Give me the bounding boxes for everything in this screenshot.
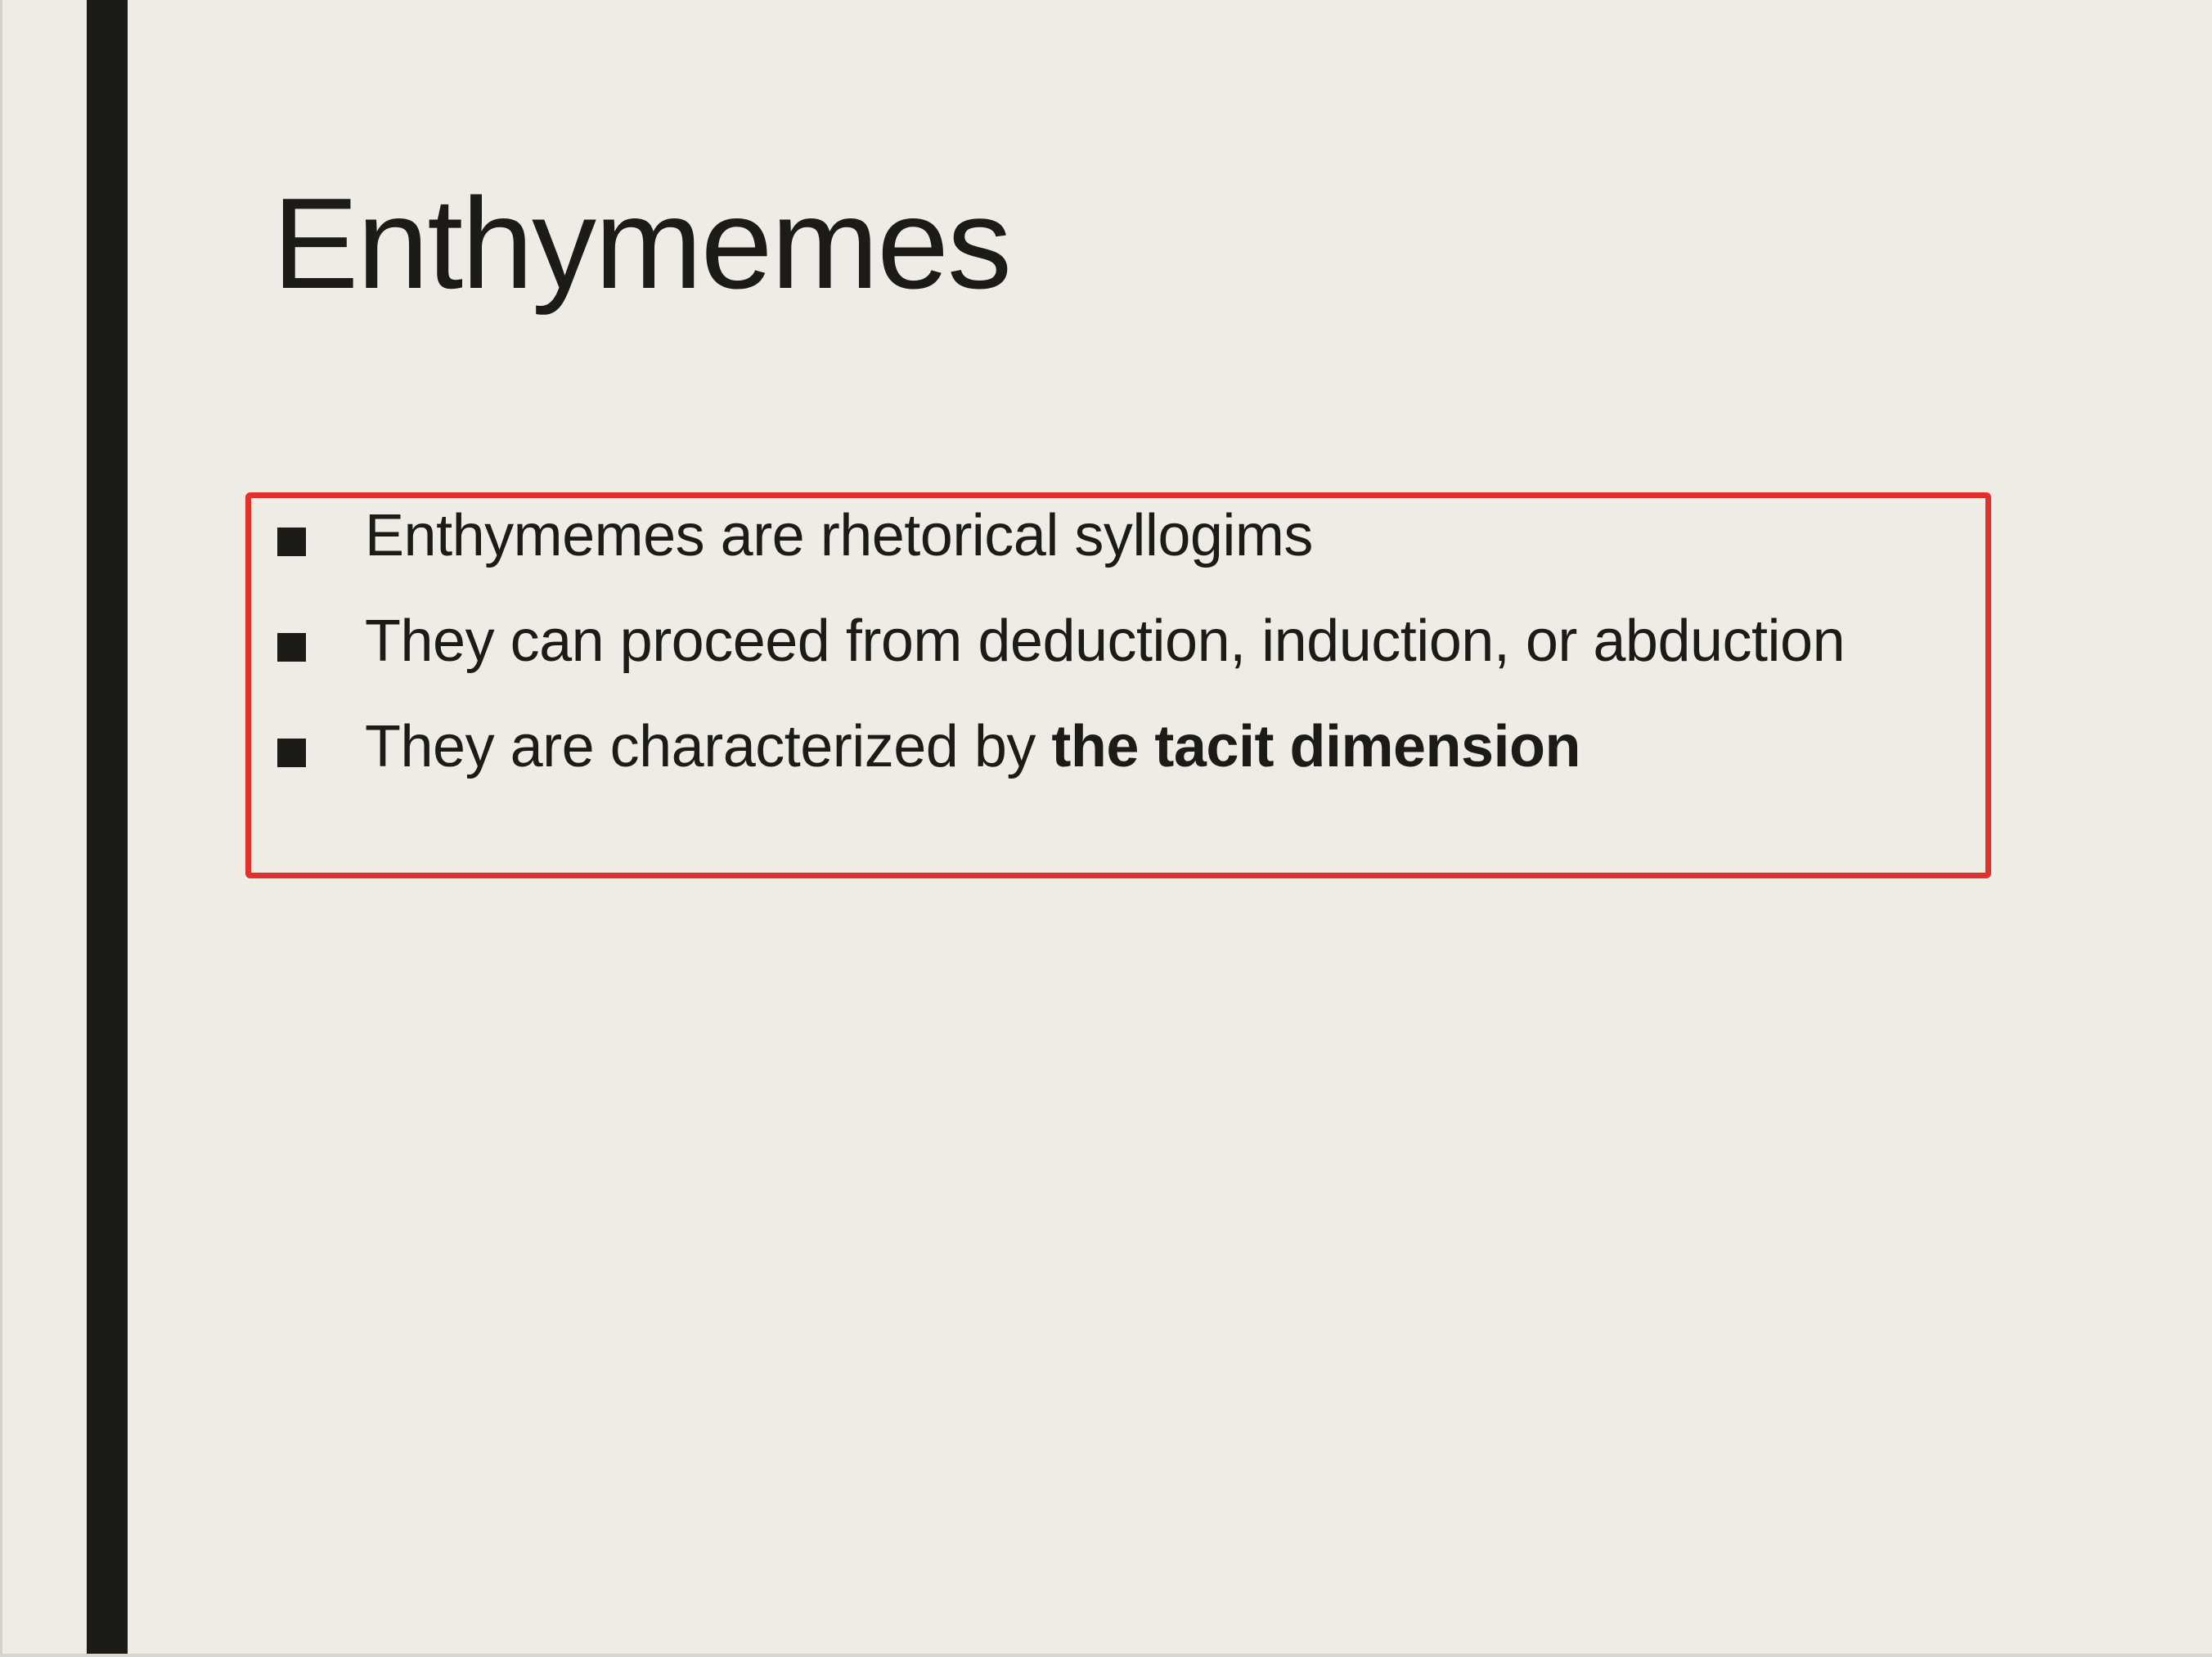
slide: Enthymemes Enthymemes are rhetorical syl… <box>0 0 2212 1657</box>
slide-title: Enthymemes <box>272 172 1012 316</box>
slide-left-edge <box>0 0 2 1657</box>
square-bullet-icon <box>277 633 306 662</box>
square-bullet-icon <box>277 528 306 556</box>
slide-bottom-edge <box>0 1654 2212 1657</box>
bullet-item: They can proceed from deduction, inducti… <box>275 608 1960 676</box>
bullet-text: Enthymemes are rhetorical syllogims <box>365 503 1313 568</box>
bullet-list: Enthymemes are rhetorical syllogims They… <box>275 502 1960 781</box>
bullet-text-emphasis: the tacit dimension <box>1051 714 1580 779</box>
square-bullet-icon <box>277 739 306 767</box>
bullet-item: Enthymemes are rhetorical syllogims <box>275 502 1960 570</box>
left-accent-bar <box>87 0 128 1657</box>
bullet-item: They are characterized by the tacit dime… <box>275 713 1960 781</box>
bullet-text-prefix: They are characterized by <box>365 714 1052 779</box>
bullet-text: They can proceed from deduction, inducti… <box>365 608 1846 674</box>
